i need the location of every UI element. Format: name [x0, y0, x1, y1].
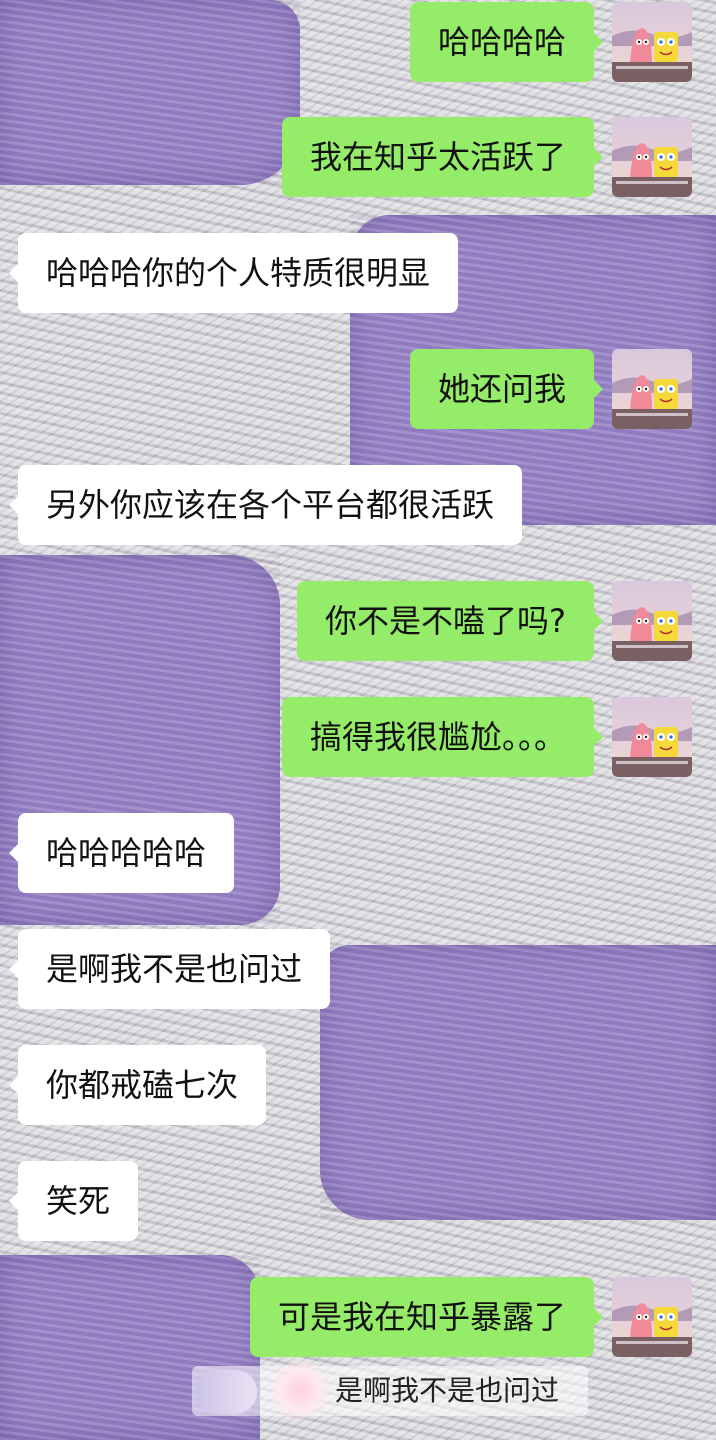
patrick-spongebob-avatar-icon[interactable] [612, 117, 692, 197]
sent-message-bubble[interactable]: 可是我在知乎暴露了 [249, 1277, 604, 1357]
patrick-spongebob-avatar-icon[interactable] [612, 581, 692, 661]
patrick-spongebob-avatar-icon[interactable] [612, 1277, 692, 1357]
quoted-reply-text: 是啊我不是也问过 [335, 1374, 560, 1407]
sent-message-bubble[interactable]: 搞得我很尴尬。。。 [281, 697, 604, 777]
blush-sticker-icon [270, 1360, 330, 1420]
received-message-bubble[interactable]: 哈哈哈哈哈 [8, 813, 235, 893]
received-message-bubble[interactable]: 另外你应该在各个平台都很活跃 [8, 465, 523, 545]
sent-message-bubble[interactable]: 哈哈哈哈 [409, 2, 604, 82]
emoji-tag-icon [195, 1370, 257, 1414]
sent-message-bubble[interactable]: 你不是不嗑了吗? [297, 581, 603, 661]
received-message-bubble[interactable]: 是啊我不是也问过 [8, 929, 331, 1009]
received-message-bubble[interactable]: 笑死 [8, 1161, 139, 1241]
patrick-spongebob-avatar-icon[interactable] [612, 697, 692, 777]
received-message-bubble[interactable]: 哈哈哈你的个人特质很明显 [8, 233, 459, 313]
sent-message-bubble[interactable]: 我在知乎太活跃了 [281, 117, 604, 197]
message-list[interactable]: 哈哈哈哈 我在知乎太活跃了 哈哈哈你的个人特质很明显 她还问我 另外你应该在各个… [0, 0, 716, 1440]
received-message-bubble[interactable]: 你都戒磕七次 [8, 1045, 267, 1125]
patrick-spongebob-avatar-icon[interactable] [612, 349, 692, 429]
patrick-spongebob-avatar-icon[interactable] [612, 2, 692, 82]
sent-message-bubble[interactable]: 她还问我 [409, 349, 604, 429]
